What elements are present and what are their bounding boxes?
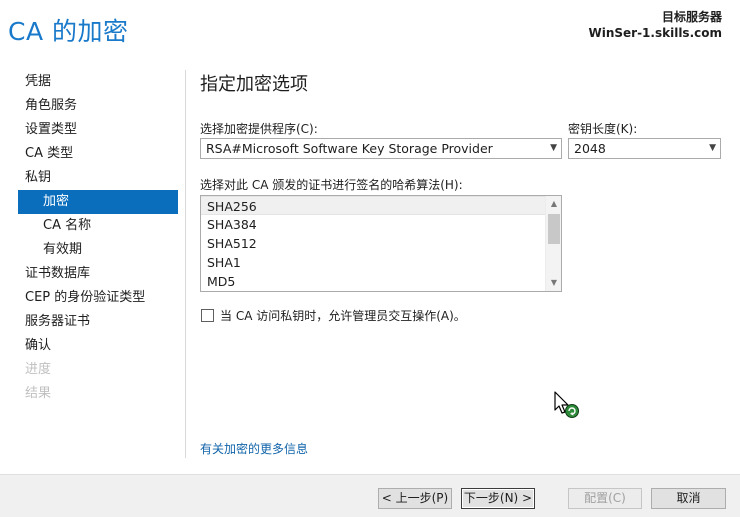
provider-label: 选择加密提供程序(C): [200, 122, 318, 136]
nav-item-ca-name[interactable]: CA 名称 [18, 214, 178, 238]
nav-item-cep-auth-type[interactable]: CEP 的身份验证类型 [18, 286, 178, 310]
nav-item-validity-period[interactable]: 有效期 [18, 238, 178, 262]
allow-interaction-checkbox[interactable] [201, 309, 214, 322]
chevron-down-icon[interactable]: ▼ [709, 139, 716, 158]
chevron-down-icon[interactable]: ▼ [550, 139, 557, 158]
scroll-down-icon[interactable]: ▼ [546, 275, 561, 291]
cancel-button[interactable]: 取消 [651, 488, 726, 509]
allow-interaction-label[interactable]: 当 CA 访问私钥时，允许管理员交互操作(A)。 [220, 307, 466, 324]
configure-button: 配置(C) [568, 488, 642, 509]
nav-item-credentials[interactable]: 凭据 [18, 70, 178, 94]
hash-algorithm-label: 选择对此 CA 颁发的证书进行签名的哈希算法(H): [200, 178, 463, 192]
key-length-value: 2048 [574, 141, 606, 156]
scroll-up-icon[interactable]: ▲ [546, 196, 561, 212]
nav-item-results: 结果 [25, 386, 52, 401]
list-item-md5[interactable]: MD5 [201, 272, 545, 291]
nav-item-server-certificate[interactable]: 服务器证书 [18, 310, 178, 334]
hash-algorithm-list[interactable]: SHA256 SHA384 SHA512 SHA1 MD5 ▲ ▼ [200, 195, 562, 292]
wizard-nav: 凭据 角色服务 设置类型 CA 类型 私钥 加密 CA 名称 有效期 证书数据库… [18, 70, 178, 406]
wizard-footer: < 上一步(P) 下一步(N) > 配置(C) 取消 [0, 474, 740, 517]
key-length-label: 密钥长度(K): [568, 122, 638, 136]
target-server-label: 目标服务器 [661, 10, 722, 24]
key-length-combobox[interactable]: 2048 ▼ [568, 138, 721, 159]
nav-item-ca-type[interactable]: CA 类型 [18, 142, 178, 166]
nav-divider [185, 70, 186, 458]
window-title: CA 的加密 [8, 17, 129, 46]
page-heading: 指定加密选项 [200, 74, 308, 95]
nav-item-certificate-database[interactable]: 证书数据库 [18, 262, 178, 286]
nav-item-progress: 进度 [25, 362, 52, 377]
more-info-link[interactable]: 有关加密的更多信息 [200, 440, 308, 457]
list-item-sha384[interactable]: SHA384 [201, 215, 545, 234]
busy-cursor-icon [554, 391, 579, 418]
nav-item-cryptography[interactable]: 加密 [18, 190, 178, 214]
list-item-sha256[interactable]: SHA256 [201, 196, 545, 215]
list-item-sha1[interactable]: SHA1 [201, 253, 545, 272]
nav-item-role-services[interactable]: 角色服务 [18, 94, 178, 118]
target-server-name: WinSer-1.skills.com [588, 26, 722, 40]
list-item-sha512[interactable]: SHA512 [201, 234, 545, 253]
nav-item-confirmation[interactable]: 确认 [18, 334, 178, 358]
provider-combobox[interactable]: RSA#Microsoft Software Key Storage Provi… [200, 138, 562, 159]
scroll-thumb[interactable] [548, 214, 560, 244]
next-button[interactable]: 下一步(N) > [461, 488, 535, 509]
nav-item-private-key[interactable]: 私钥 [18, 166, 178, 190]
provider-value: RSA#Microsoft Software Key Storage Provi… [206, 141, 493, 156]
list-scrollbar[interactable]: ▲ ▼ [545, 196, 561, 291]
back-button[interactable]: < 上一步(P) [378, 488, 452, 509]
nav-item-setup-type[interactable]: 设置类型 [18, 118, 178, 142]
